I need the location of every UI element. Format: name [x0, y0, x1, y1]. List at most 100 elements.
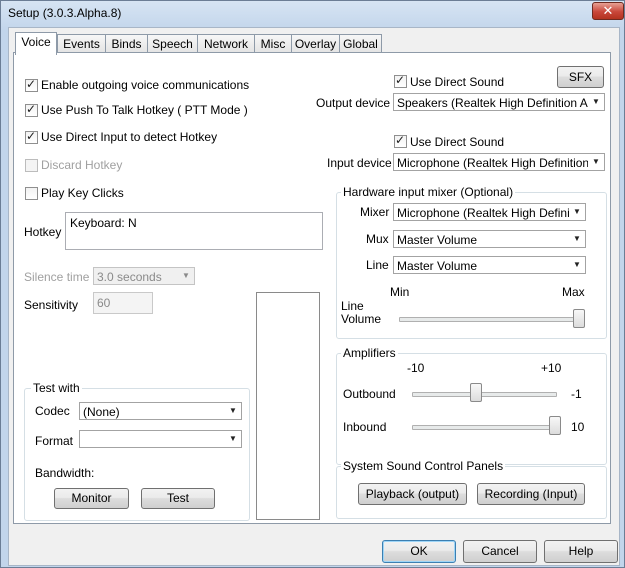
tab-binds[interactable]: Binds	[105, 34, 148, 54]
play-key-clicks-label[interactable]: Play Key Clicks	[41, 186, 124, 200]
mux-select[interactable]: Master Volume ▼	[393, 230, 586, 248]
mux-value: Master Volume	[397, 233, 478, 247]
output-device-label: Output device	[316, 96, 391, 110]
output-direct-sound-label[interactable]: Use Direct Sound	[410, 75, 504, 89]
hotkey-label: Hotkey	[24, 225, 62, 239]
sensitivity-label: Sensitivity	[24, 298, 79, 312]
play-key-clicks-checkbox[interactable]	[25, 187, 38, 200]
help-button[interactable]: Help	[544, 540, 618, 563]
monitor-button[interactable]: Monitor	[54, 488, 129, 509]
test-with-title: Test with	[31, 381, 82, 395]
line-volume-min-label: Min	[390, 285, 410, 299]
setup-window: Setup (3.0.3.Alpha.8) ✕ Voice Events Bin…	[0, 0, 625, 568]
tab-overlay[interactable]: Overlay	[291, 34, 340, 54]
chevron-down-icon: ▼	[569, 204, 585, 220]
line-label: Line	[366, 258, 389, 272]
sensitivity-field[interactable]: 60	[93, 292, 153, 314]
playback-output-button[interactable]: Playback (output)	[358, 483, 467, 505]
mixer-value: Microphone (Realtek High Defini	[397, 206, 570, 220]
voice-level-meter	[256, 292, 320, 520]
line-volume-label-line: Line	[341, 299, 364, 313]
tab-speech[interactable]: Speech	[147, 34, 198, 54]
recording-input-button[interactable]: Recording (Input)	[477, 483, 585, 505]
enable-outgoing-label[interactable]: Enable outgoing voice communications	[41, 78, 249, 92]
direct-input-checkbox[interactable]	[25, 129, 38, 144]
tab-voice[interactable]: Voice	[15, 32, 57, 55]
output-device-value: Speakers (Realtek High Definition Audio	[397, 96, 605, 110]
line-select[interactable]: Master Volume ▼	[393, 256, 586, 274]
input-direct-sound-label[interactable]: Use Direct Sound	[410, 135, 504, 149]
dialog-client: Voice Events Binds Speech Network Misc O…	[8, 27, 620, 566]
dialog-footer: OK Cancel Help	[9, 528, 619, 565]
chevron-down-icon: ▼	[588, 154, 604, 170]
codec-select[interactable]: (None) ▼	[79, 402, 242, 420]
bandwidth-label: Bandwidth:	[35, 466, 95, 480]
input-direct-sound-checkbox[interactable]	[394, 133, 407, 148]
hardware-mixer-title: Hardware input mixer (Optional)	[341, 185, 516, 199]
line-volume-track[interactable]	[399, 317, 581, 322]
system-sound-title: System Sound Control Panels	[341, 459, 506, 473]
window-title: Setup (3.0.3.Alpha.8)	[8, 6, 122, 20]
hotkey-field[interactable]: Keyboard: N	[65, 212, 323, 250]
line-volume-slider-thumb[interactable]	[573, 309, 585, 328]
codec-value: (None)	[83, 405, 120, 419]
input-device-label: Input device	[327, 156, 392, 170]
outbound-slider-thumb[interactable]	[470, 383, 483, 402]
outbound-value: -1	[571, 387, 582, 401]
silence-time-select[interactable]: 3.0 seconds ▼	[93, 267, 195, 285]
chevron-down-icon: ▼	[588, 94, 604, 110]
outbound-label: Outbound	[343, 387, 396, 401]
close-icon: ✕	[602, 3, 614, 18]
tab-events[interactable]: Events	[57, 34, 106, 54]
ok-button[interactable]: OK	[382, 540, 456, 563]
inbound-label: Inbound	[343, 420, 387, 434]
sensitivity-value: 60	[97, 296, 111, 310]
push-to-talk-checkbox[interactable]	[25, 102, 38, 117]
output-device-select[interactable]: Speakers (Realtek High Definition Audio …	[393, 93, 605, 111]
chevron-down-icon: ▼	[225, 403, 241, 419]
sfx-button[interactable]: SFX	[557, 66, 604, 88]
hardware-mixer-group: Hardware input mixer (Optional) Mixer Mi…	[336, 185, 607, 339]
push-to-talk-label[interactable]: Use Push To Talk Hotkey ( PTT Mode )	[41, 103, 248, 117]
inbound-track[interactable]	[412, 425, 557, 430]
format-select[interactable]: ▼	[79, 430, 242, 448]
outbound-track[interactable]	[412, 392, 557, 397]
hotkey-value: Keyboard: N	[70, 216, 137, 230]
inbound-slider-thumb[interactable]	[549, 416, 561, 435]
amplifier-min-label: -10	[407, 361, 425, 375]
tab-misc[interactable]: Misc	[254, 34, 292, 54]
inbound-value: 10	[571, 420, 585, 434]
cancel-button[interactable]: Cancel	[463, 540, 537, 563]
direct-input-label[interactable]: Use Direct Input to detect Hotkey	[41, 130, 217, 144]
codec-label: Codec	[35, 404, 70, 418]
format-label: Format	[35, 434, 74, 448]
voice-panel: Enable outgoing voice communications Use…	[13, 52, 611, 524]
chevron-down-icon: ▼	[569, 257, 585, 273]
amplifiers-title: Amplifiers	[341, 346, 398, 360]
system-sound-group: System Sound Control Panels Playback (ou…	[336, 459, 607, 519]
line-value: Master Volume	[397, 259, 478, 273]
tab-network[interactable]: Network	[197, 34, 255, 54]
input-device-value: Microphone (Realtek High Definition Aud	[397, 156, 605, 170]
enable-outgoing-checkbox[interactable]	[25, 77, 38, 92]
silence-time-label: Silence time	[24, 270, 90, 284]
tab-global[interactable]: Global	[339, 34, 382, 54]
discard-hotkey-checkbox[interactable]	[25, 159, 38, 172]
line-volume-label-volume: Volume	[341, 312, 382, 326]
mixer-select[interactable]: Microphone (Realtek High Defini ▼	[393, 203, 586, 221]
close-button[interactable]: ✕	[592, 2, 624, 20]
amplifiers-group: Amplifiers -10 +10 Outbound -1 Inbound 1…	[336, 346, 607, 465]
input-device-select[interactable]: Microphone (Realtek High Definition Aud …	[393, 153, 605, 171]
mixer-label: Mixer	[360, 205, 390, 219]
test-button[interactable]: Test	[141, 488, 215, 509]
amplifier-max-label: +10	[541, 361, 562, 375]
chevron-down-icon: ▼	[569, 231, 585, 247]
line-volume-max-label: Max	[562, 285, 585, 299]
chevron-down-icon: ▼	[178, 268, 194, 284]
output-direct-sound-checkbox[interactable]	[394, 73, 407, 88]
chevron-down-icon: ▼	[225, 431, 241, 447]
discard-hotkey-label: Discard Hotkey	[41, 158, 123, 172]
silence-time-value: 3.0 seconds	[97, 270, 162, 284]
title-bar[interactable]: Setup (3.0.3.Alpha.8) ✕	[1, 1, 624, 25]
test-with-group: Test with Codec (None) ▼ Format ▼ Bandwi…	[24, 381, 250, 521]
